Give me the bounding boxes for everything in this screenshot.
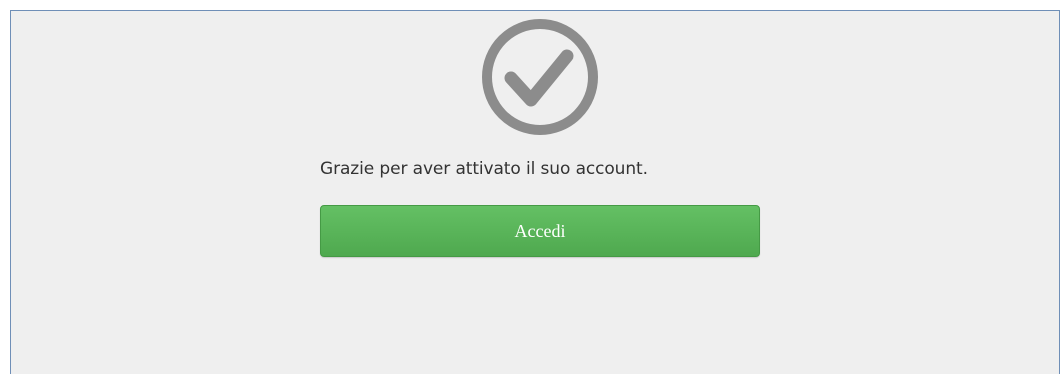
check-circle-icon [482, 19, 598, 135]
activation-panel: Grazie per aver attivato il suo account.… [10, 10, 1060, 374]
activation-message: Grazie per aver attivato il suo account. [320, 159, 648, 179]
login-button[interactable]: Accedi [320, 205, 760, 257]
